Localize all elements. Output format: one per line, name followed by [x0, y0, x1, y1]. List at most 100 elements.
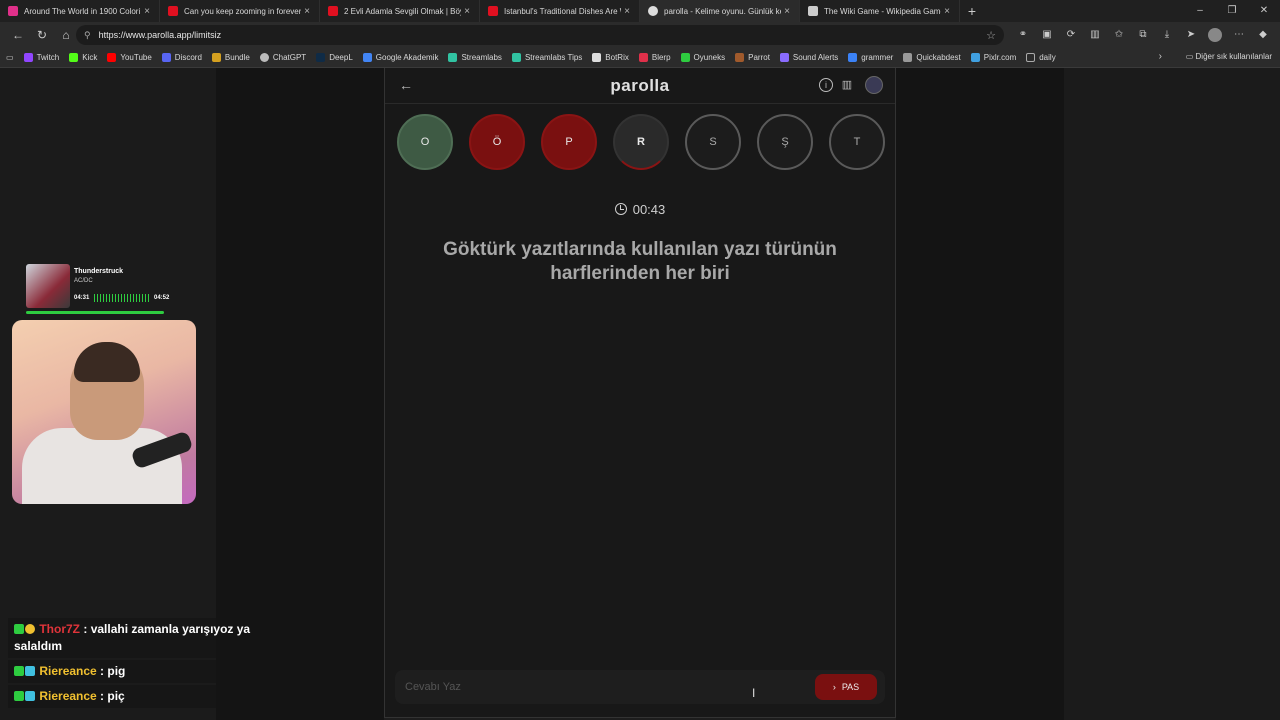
bookmark-star-icon[interactable]: ☆: [986, 29, 996, 42]
game-header: ← parolla i ▥: [385, 68, 895, 104]
address-bar[interactable]: ⚲ https://www.parolla.app/limitsiz ☆: [76, 25, 1004, 45]
reload-icon[interactable]: ↻: [30, 28, 54, 42]
answer-bar: ›PAS: [395, 670, 885, 704]
site-info-icon[interactable]: ⚲: [84, 30, 91, 41]
favorites-icon[interactable]: ✩: [1108, 25, 1130, 45]
bookmark-item[interactable]: BotRix: [592, 53, 629, 62]
timer-value: 00:43: [632, 202, 666, 217]
bookmark-item[interactable]: ChatGPT: [259, 53, 306, 62]
close-tab-icon[interactable]: ×: [621, 6, 633, 17]
tab-favicon-icon: [168, 6, 178, 16]
oyuneks-icon: [680, 53, 690, 62]
chat-message: Thor7Z : vallahi zamanla yarışıyoz ya sa…: [8, 618, 300, 658]
new-tab-icon[interactable]: +: [960, 3, 984, 19]
bookmark-item[interactable]: Quickabdest: [903, 53, 961, 62]
download-icon[interactable]: ⤓: [1156, 25, 1178, 45]
close-tab-icon[interactable]: ×: [461, 6, 473, 17]
discord-icon: [161, 53, 171, 62]
bookmark-item[interactable]: Streamlabs Tips: [511, 53, 582, 62]
blerp-icon: [638, 53, 648, 62]
more-menu-icon[interactable]: ⋯: [1228, 25, 1250, 45]
tab-strip: Around The World in 1900 Colori × Can yo…: [0, 0, 1280, 22]
browser-tab[interactable]: Can you keep zooming in forever ×: [160, 0, 320, 22]
chevron-right-icon[interactable]: ›: [1159, 51, 1162, 62]
bookmark-item[interactable]: Oyuneks: [680, 53, 725, 62]
profile-avatar[interactable]: [1208, 28, 1222, 42]
close-tab-icon[interactable]: ×: [141, 6, 153, 17]
tab-title: parolla - Kelime oyunu. Günlük ke: [664, 6, 781, 16]
streamlabs-icon: [511, 53, 521, 62]
tab-favicon-icon: [8, 6, 18, 16]
webcam-feed: [12, 320, 196, 504]
info-icon[interactable]: i: [819, 78, 833, 92]
browser-tab[interactable]: Around The World in 1900 Colori ×: [0, 0, 160, 22]
close-window-icon[interactable]: ✕: [1248, 0, 1280, 22]
chat-username: Riereance: [39, 689, 97, 703]
bookmark-item[interactable]: DeepL: [316, 53, 353, 62]
close-tab-icon[interactable]: ×: [941, 6, 953, 17]
badge-icon: [14, 691, 24, 701]
grammer-icon: [848, 53, 858, 62]
pass-button[interactable]: › PAS: [815, 674, 877, 700]
bookmark-folder[interactable]: daily: [1026, 53, 1056, 62]
tab-favicon-icon: [328, 6, 338, 16]
split-view-icon[interactable]: ▥: [1084, 25, 1106, 45]
kick-icon: [69, 53, 79, 62]
bookmark-item[interactable]: Streamlabs: [448, 53, 502, 62]
close-tab-icon[interactable]: ×: [301, 6, 313, 17]
extension-icon[interactable]: ⟳: [1060, 25, 1082, 45]
clock-icon: [614, 203, 627, 215]
other-bookmarks-folder[interactable]: ▭ Diğer sık kullanılanlar: [1186, 52, 1272, 61]
browser-tab[interactable]: The Wiki Game - Wikipedia Game ×: [800, 0, 960, 22]
bookmark-item[interactable]: Pixlr.com: [970, 53, 1016, 62]
restore-icon[interactable]: ❐: [1216, 0, 1248, 22]
toolbar-icons: ⚭ ▣ ⟳ ▥ ✩ ⧉ ⤓ ➤ ⋯ ◆: [1012, 25, 1274, 45]
letter-bubble-current: R: [613, 114, 669, 170]
user-avatar[interactable]: [865, 76, 883, 94]
stats-icon[interactable]: ▥: [840, 78, 854, 92]
browser-tab-active[interactable]: parolla - Kelime oyunu. Günlük ke ×: [640, 0, 800, 22]
url-text: https://www.parolla.app/limitsiz: [98, 30, 222, 40]
navigation-bar: ← ↻ ⌂ ⚲ https://www.parolla.app/limitsiz…: [0, 22, 1280, 48]
home-icon[interactable]: ⌂: [54, 28, 78, 42]
deepl-icon: [316, 53, 326, 62]
browser-tab[interactable]: Istanbul's Traditional Dishes Are W ×: [480, 0, 640, 22]
song-progress-bar: [26, 311, 164, 314]
twitch-icon: [23, 53, 33, 62]
waveform: [94, 294, 150, 302]
song-artist: AC/DC: [74, 278, 93, 284]
chat-message: Riereance : pig: [8, 660, 300, 683]
tab-actions-icon[interactable]: ▭: [6, 53, 14, 62]
answer-input[interactable]: [395, 670, 795, 704]
close-tab-icon[interactable]: ×: [781, 6, 793, 17]
folder-icon: [1026, 53, 1036, 62]
letter-bubble-wrong: Ö: [469, 114, 525, 170]
song-title: Thunderstruck: [74, 268, 124, 275]
bookmark-item[interactable]: Parrot: [735, 53, 770, 62]
bookmark-item[interactable]: Twitch: [23, 53, 59, 62]
window-controls: – ❐ ✕: [1184, 0, 1280, 22]
extension-icon[interactable]: ▣: [1036, 25, 1058, 45]
letter-bubble-wrong: P: [541, 114, 597, 170]
total-time: 04:52: [154, 295, 170, 301]
letter-bubble-pending: Ş: [757, 114, 813, 170]
collections-icon[interactable]: ⧉: [1132, 25, 1154, 45]
minimize-icon[interactable]: –: [1184, 0, 1216, 22]
bookmark-item[interactable]: Google Akademik: [362, 53, 438, 62]
browser-tab[interactable]: 2 Evli Adamla Sevgili Olmak | Böy ×: [320, 0, 480, 22]
chat-message: Riereance : piç: [8, 685, 300, 708]
share-icon[interactable]: ➤: [1180, 25, 1202, 45]
badge-icon: [14, 624, 24, 634]
bookmark-item[interactable]: grammer: [848, 53, 893, 62]
bookmark-item[interactable]: Bundle: [211, 53, 250, 62]
bookmark-item[interactable]: Sound Alerts: [779, 53, 838, 62]
extension-icon[interactable]: ⚭: [1012, 25, 1034, 45]
copilot-icon[interactable]: ◆: [1252, 25, 1274, 45]
back-icon[interactable]: ←: [6, 28, 30, 42]
tab-title: Istanbul's Traditional Dishes Are W: [504, 6, 621, 16]
bookmark-item[interactable]: Blerp: [638, 53, 671, 62]
bookmark-item[interactable]: Kick: [69, 53, 97, 62]
bookmark-item[interactable]: YouTube: [107, 53, 152, 62]
sound-alerts-icon: [779, 53, 789, 62]
bookmark-item[interactable]: Discord: [161, 53, 202, 62]
